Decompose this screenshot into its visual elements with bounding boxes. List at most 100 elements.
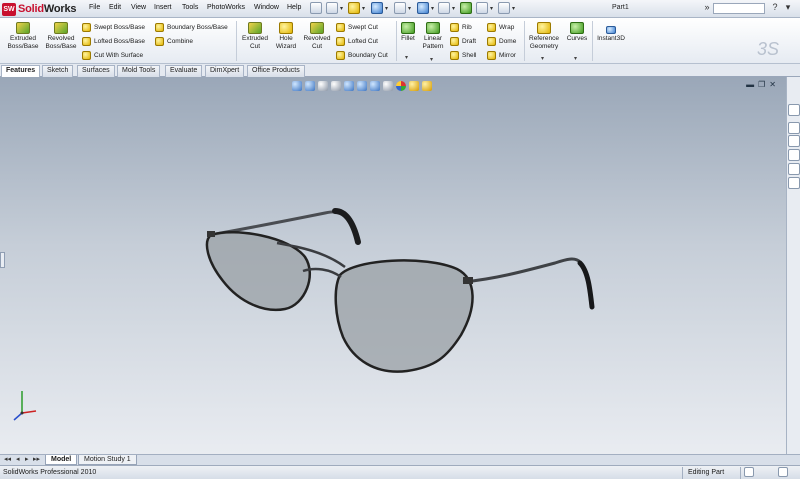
draft-button[interactable]: Draft <box>450 35 476 47</box>
print-dropdown-arrow[interactable]: ▾ <box>408 5 411 12</box>
save-icon[interactable] <box>371 2 383 14</box>
tab-motion-study-1[interactable]: Motion Study 1 <box>78 455 137 465</box>
display-style-icon[interactable] <box>370 81 380 91</box>
sweep-icon <box>82 22 91 32</box>
pin-icon[interactable] <box>310 2 322 14</box>
status-units-icon[interactable] <box>744 467 754 477</box>
previous-view-icon[interactable] <box>318 81 328 91</box>
appearances-scenes-icon[interactable] <box>788 163 800 175</box>
sunglasses-3d-model[interactable] <box>195 197 605 437</box>
search-input[interactable] <box>713 3 765 14</box>
view-orientation-icon[interactable] <box>357 81 367 91</box>
cut-with-surface-button[interactable]: Cut With Surface <box>82 49 143 61</box>
pattern-dropdown-arrow[interactable]: ▾ <box>430 56 433 63</box>
apply-scene-icon[interactable] <box>409 81 419 91</box>
save-dropdown-arrow[interactable]: ▾ <box>385 5 388 12</box>
rib-button[interactable]: Rib <box>450 21 472 33</box>
reference-geometry-dropdown-arrow[interactable]: ▾ <box>541 55 544 62</box>
tab-evaluate[interactable]: Evaluate <box>165 65 203 77</box>
design-library-icon[interactable] <box>788 122 800 134</box>
curves-button[interactable]: Curves <box>565 22 589 43</box>
last-tab-arrow[interactable]: ▸▸ <box>33 455 40 463</box>
options-gear-icon[interactable] <box>498 2 510 14</box>
mirror-button[interactable]: Mirror <box>487 49 516 61</box>
help-icon[interactable]: ? <box>770 2 780 12</box>
select-dropdown-arrow[interactable]: ▾ <box>452 5 455 12</box>
graphics-viewport[interactable]: ▬❐✕ <box>0 77 786 454</box>
instant3d-button[interactable]: Instant3D <box>594 26 628 43</box>
right-hinge <box>463 277 473 284</box>
properties-dropdown-arrow[interactable]: ▾ <box>490 5 493 12</box>
rebuild-icon[interactable] <box>460 2 472 14</box>
first-tab-arrow[interactable]: ◂◂ <box>4 455 11 463</box>
reference-geometry-button[interactable]: Reference Geometry <box>526 22 562 51</box>
zoom-to-fit-icon[interactable] <box>292 81 302 91</box>
fillet-button[interactable]: Fillet <box>399 22 417 43</box>
prev-tab-arrow[interactable]: ◂ <box>16 455 20 463</box>
options-dropdown-arrow[interactable]: ▾ <box>512 5 515 12</box>
linear-pattern-button[interactable]: Linear Pattern <box>419 22 447 51</box>
tab-mold-tools[interactable]: Mold Tools <box>117 65 161 77</box>
next-tab-arrow[interactable]: ▸ <box>25 455 29 463</box>
menu-tools[interactable]: Tools <box>182 4 198 11</box>
swept-boss-button[interactable]: Swept Boss/Base <box>82 21 145 33</box>
lofted-boss-button[interactable]: Lofted Boss/Base <box>82 35 145 47</box>
view-palette-icon[interactable] <box>788 149 800 161</box>
wrap-icon <box>487 22 496 32</box>
file-explorer-icon[interactable] <box>788 135 800 147</box>
open-folder-icon[interactable] <box>348 2 360 14</box>
zoom-to-area-icon[interactable] <box>305 81 315 91</box>
new-document-icon[interactable] <box>326 2 338 14</box>
dynamic-annotation-view-icon[interactable] <box>344 81 354 91</box>
tab-sketch[interactable]: Sketch <box>42 65 74 77</box>
solidworks-resources-icon[interactable] <box>788 104 800 116</box>
menu-window[interactable]: Window <box>254 4 279 11</box>
boundary-boss-button[interactable]: Boundary Boss/Base <box>155 21 228 33</box>
tab-dimxpert[interactable]: DimXpert <box>205 65 245 77</box>
edit-appearance-icon[interactable] <box>396 81 406 91</box>
revolved-boss-button[interactable]: Revolved Boss/Base <box>44 22 78 51</box>
close-viewport-icon[interactable]: ✕ <box>769 80 780 89</box>
undo-dropdown-arrow[interactable]: ▾ <box>431 5 434 12</box>
extruded-cut-button[interactable]: Extruded Cut <box>240 22 270 51</box>
menu-file[interactable]: File <box>89 4 100 11</box>
status-help-icon[interactable] <box>778 467 788 477</box>
menu-edit[interactable]: Edit <box>109 4 121 11</box>
feature-manager-expand-handle[interactable] <box>0 252 5 268</box>
view-settings-icon[interactable] <box>422 81 432 91</box>
tab-surfaces[interactable]: Surfaces <box>77 65 115 77</box>
wrap-button[interactable]: Wrap <box>487 21 514 33</box>
revolved-cut-button[interactable]: Revolved Cut <box>302 22 332 51</box>
new-dropdown-arrow[interactable]: ▾ <box>340 5 343 12</box>
minimize-viewport-icon[interactable]: ▬ <box>746 80 758 89</box>
select-pointer-icon[interactable] <box>438 2 450 14</box>
hole-wizard-button[interactable]: Hole Wizard <box>272 22 300 51</box>
tab-office-products[interactable]: Office Products <box>247 65 305 77</box>
shell-button[interactable]: Shell <box>450 49 476 61</box>
lofted-cut-button[interactable]: Lofted Cut <box>336 35 378 47</box>
menu-insert[interactable]: Insert <box>154 4 172 11</box>
dome-button[interactable]: Dome <box>487 35 516 47</box>
window-menu-icon[interactable]: ▾ <box>783 2 793 13</box>
menu-photoworks[interactable]: PhotoWorks <box>207 4 245 11</box>
boundary-cut-icon <box>336 50 345 60</box>
undo-icon[interactable] <box>417 2 429 14</box>
restore-viewport-icon[interactable]: ❐ <box>758 80 769 89</box>
extruded-boss-button[interactable]: Extruded Boss/Base <box>6 22 40 51</box>
solidworks-logo[interactable]: SW SolidWorks <box>2 2 77 16</box>
print-icon[interactable] <box>394 2 406 14</box>
search-arrow-icon[interactable]: » <box>702 2 712 12</box>
menu-view[interactable]: View <box>131 4 146 11</box>
menu-help[interactable]: Help <box>287 4 301 11</box>
swept-cut-button[interactable]: Swept Cut <box>336 21 378 33</box>
open-dropdown-arrow[interactable]: ▾ <box>362 5 365 12</box>
boundary-cut-button[interactable]: Boundary Cut <box>336 49 388 61</box>
file-properties-icon[interactable] <box>476 2 488 14</box>
custom-properties-icon[interactable] <box>788 177 800 189</box>
section-view-icon[interactable] <box>331 81 341 91</box>
hide-show-items-icon[interactable] <box>383 81 393 91</box>
tab-model[interactable]: Model <box>45 455 78 465</box>
fillet-dropdown-arrow[interactable]: ▾ <box>405 54 408 61</box>
curves-dropdown-arrow[interactable]: ▾ <box>574 55 577 62</box>
combine-button[interactable]: Combine <box>155 35 193 47</box>
